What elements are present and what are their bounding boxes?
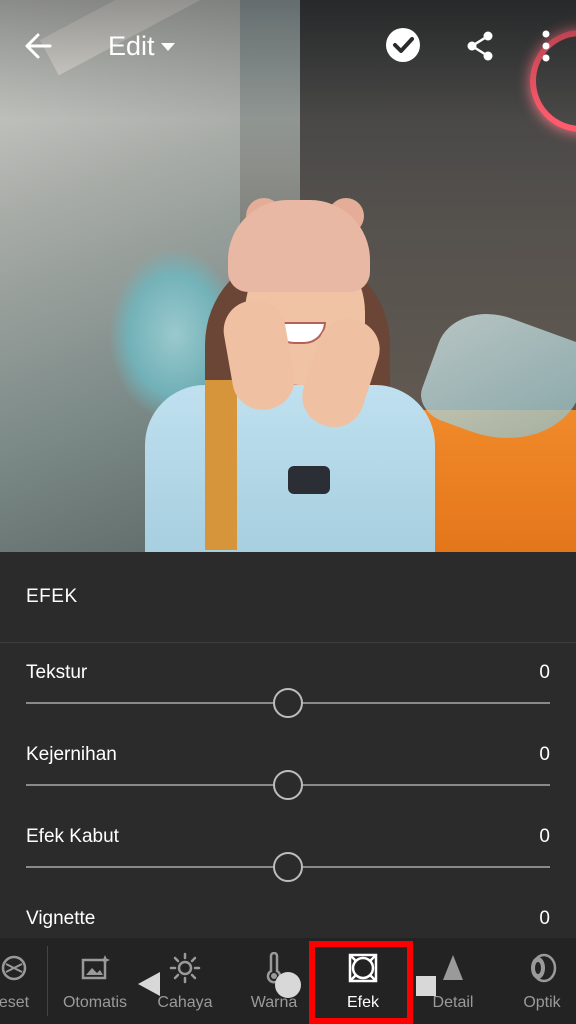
back-arrow-icon[interactable] (20, 26, 60, 66)
slider-texture[interactable]: Tekstur 0 (0, 662, 576, 744)
preset-icon (0, 952, 30, 984)
triangle-detail-icon (437, 952, 469, 984)
effects-panel: EFEK Tekstur 0 Kejernihan 0 Efek Kabut 0… (0, 552, 576, 938)
dropdown-caret-icon (160, 43, 175, 51)
tab-label: Otomatis (62, 994, 127, 1011)
tab-light[interactable]: Cahaya (150, 938, 220, 1024)
active-tab-highlight-box (309, 941, 413, 1024)
subject-cap (228, 200, 370, 292)
slider-label: Efek Kabut (26, 826, 119, 847)
tab-label: Cahaya (157, 994, 213, 1011)
tab-auto[interactable]: Otomatis (58, 938, 132, 1024)
slider-thumb[interactable] (273, 688, 303, 718)
tab-divider (47, 946, 48, 1016)
sun-icon (169, 952, 201, 984)
nav-home-circle-icon[interactable] (275, 972, 301, 998)
more-vertical-icon[interactable] (536, 26, 556, 66)
slider-value: 0 (539, 908, 550, 929)
slider-dehaze[interactable]: Efek Kabut 0 (0, 826, 576, 908)
slider-label: Vignette (26, 908, 96, 929)
tab-label: eset (0, 994, 30, 1011)
slider-clarity[interactable]: Kejernihan 0 (0, 744, 576, 826)
confirm-check-icon[interactable] (386, 28, 420, 62)
subject-bag-strap (205, 380, 237, 550)
slider-label: Tekstur (26, 662, 88, 683)
page-title: Edit (108, 30, 155, 61)
slider-value: 0 (539, 662, 550, 683)
subject-watch (288, 466, 330, 494)
share-icon[interactable] (462, 28, 498, 64)
slider-value: 0 (539, 826, 550, 847)
panel-title: EFEK (26, 586, 78, 607)
auto-icon (79, 952, 111, 984)
panel-header: EFEK (0, 552, 576, 643)
lens-icon (526, 952, 558, 984)
slider-vignette[interactable]: Vignette 0 (0, 908, 576, 938)
nav-back-triangle-icon[interactable] (138, 972, 160, 996)
tab-label: Optik (523, 994, 561, 1011)
tab-preset[interactable]: eset (0, 938, 42, 1024)
slider-thumb[interactable] (273, 770, 303, 800)
nav-recent-square-icon[interactable] (416, 976, 436, 996)
top-toolbar: Edit (0, 0, 576, 92)
slider-thumb[interactable] (273, 852, 303, 882)
tab-optics[interactable]: Optik (512, 938, 572, 1024)
tab-label: Detail (432, 994, 474, 1011)
slider-label: Kejernihan (26, 744, 117, 765)
slider-value: 0 (539, 744, 550, 765)
edit-mode-dropdown[interactable]: Edit (108, 28, 175, 64)
